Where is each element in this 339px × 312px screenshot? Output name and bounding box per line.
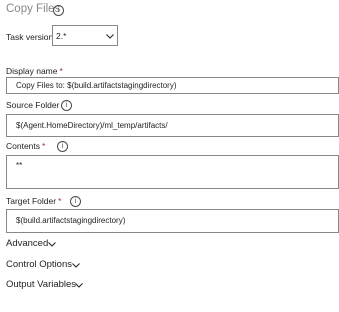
contents-label-text: Contents — [6, 141, 41, 151]
advanced-label: Advanced — [6, 238, 49, 249]
task-version-label: Task version — [6, 32, 53, 42]
advanced-section-toggle[interactable]: Advanced — [6, 238, 48, 249]
source-folder-value: $(Agent.HomeDirectory)/ml_temp/artifacts… — [16, 121, 168, 130]
source-folder-label: Source Folder — [6, 100, 59, 110]
required-marker: * — [42, 141, 46, 151]
display-name-value: Copy Files to: $(build.artifactstagingdi… — [16, 81, 177, 90]
display-name-label-text: Display name — [6, 66, 58, 76]
chevron-down-icon — [48, 242, 56, 247]
task-version-value: 2.* — [56, 31, 67, 41]
task-version-label-text: Task version — [6, 32, 54, 42]
contents-textarea[interactable]: ** — [6, 155, 339, 189]
info-icon[interactable]: i — [53, 5, 64, 16]
display-name-label: Display name * — [6, 66, 63, 76]
display-name-input[interactable]: Copy Files to: $(build.artifactstagingdi… — [6, 77, 339, 94]
source-folder-input[interactable]: $(Agent.HomeDirectory)/ml_temp/artifacts… — [6, 114, 339, 137]
info-icon[interactable]: i — [57, 141, 68, 152]
info-icon[interactable]: i — [61, 100, 72, 111]
chevron-down-icon — [75, 283, 83, 288]
target-folder-value: $(build.artifactstagingdirectory) — [16, 216, 126, 225]
task-version-select[interactable]: 2.* — [52, 25, 118, 46]
target-folder-label: Target Folder * — [6, 196, 61, 206]
chevron-down-icon — [106, 34, 114, 39]
info-icon[interactable]: i — [70, 196, 81, 207]
required-marker: * — [58, 196, 62, 206]
control-options-section-toggle[interactable]: Control Options — [6, 259, 72, 270]
contents-value: ** — [16, 161, 23, 170]
output-variables-section-toggle[interactable]: Output Variables — [6, 279, 76, 290]
target-folder-input[interactable]: $(build.artifactstagingdirectory) — [6, 209, 339, 233]
target-folder-label-text: Target Folder — [6, 196, 57, 206]
source-folder-label-text: Source Folder — [6, 100, 60, 110]
required-marker: * — [59, 66, 63, 76]
output-variables-label: Output Variables — [6, 279, 77, 290]
contents-label: Contents * — [6, 141, 45, 151]
control-options-label: Control Options — [6, 259, 73, 270]
chevron-down-icon — [72, 263, 80, 268]
